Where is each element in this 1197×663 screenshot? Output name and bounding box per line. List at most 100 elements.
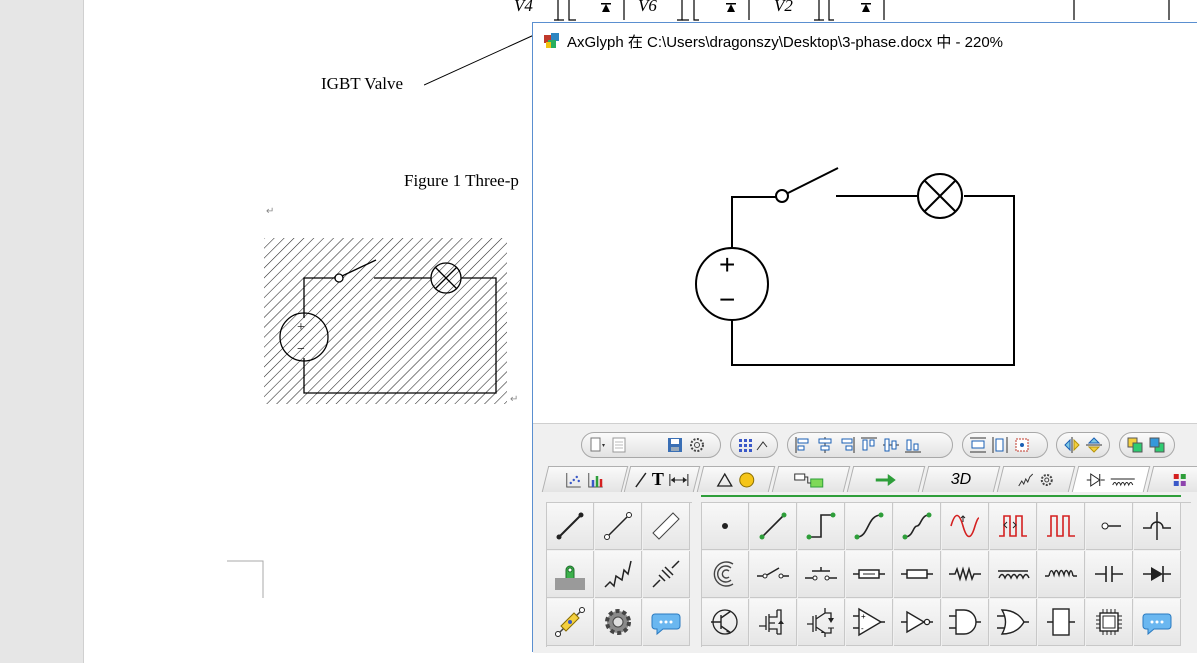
basic-palette xyxy=(546,502,692,647)
tab-shapes[interactable] xyxy=(696,466,776,492)
tool-step-wire[interactable] xyxy=(798,503,845,550)
tool-terminal[interactable] xyxy=(1086,503,1133,550)
tab-more[interactable] xyxy=(1146,466,1197,492)
save-button[interactable] xyxy=(666,436,684,454)
tab-charts[interactable] xyxy=(541,466,629,492)
pulse-wave-icon xyxy=(999,515,1027,537)
align-middle-button[interactable] xyxy=(882,436,900,454)
align-right-button[interactable] xyxy=(838,436,856,454)
bring-front-button[interactable] xyxy=(1126,436,1144,454)
s-curve-icon xyxy=(902,512,932,540)
tool-node[interactable] xyxy=(702,503,749,550)
tool-mosfet[interactable] xyxy=(750,599,797,646)
app-logo-icon xyxy=(544,33,559,48)
new-page-button[interactable] xyxy=(610,436,628,454)
tool-diode[interactable] xyxy=(1134,551,1181,598)
terminal-icon xyxy=(1101,522,1121,530)
tool-s-curve[interactable] xyxy=(894,503,941,550)
tool-resistor[interactable] xyxy=(894,551,941,598)
tool-resistor-box[interactable] xyxy=(846,551,893,598)
step-wire-icon xyxy=(806,512,836,540)
tab-arrows[interactable] xyxy=(846,466,926,492)
grid-button[interactable] xyxy=(737,436,771,454)
tool-comment[interactable] xyxy=(643,599,690,646)
page-menu-button[interactable] xyxy=(588,436,606,454)
flip-h-button[interactable] xyxy=(1063,436,1081,454)
tab-lines-text[interactable]: T xyxy=(623,466,701,492)
window-titlebar[interactable]: AxGlyph 在 C:\Users\dragonszy\Desktop\3-p… xyxy=(533,23,1197,59)
distribute-v-button[interactable] xyxy=(991,436,1009,454)
svg-text:+: + xyxy=(297,320,305,335)
curve-wire-icon xyxy=(854,512,884,540)
tool-op-amp[interactable]: + - xyxy=(846,599,893,646)
blank-slot xyxy=(632,436,662,454)
capacitor-icon xyxy=(1095,566,1123,582)
tool-inductor[interactable] xyxy=(1038,551,1085,598)
tool-rod-joint[interactable] xyxy=(547,599,594,646)
tool-push-button[interactable] xyxy=(798,551,845,598)
gear-wheel-icon xyxy=(605,609,631,635)
tool-and-gate[interactable] xyxy=(942,599,989,646)
tool-transistor[interactable] xyxy=(702,599,749,646)
tool-switch[interactable] xyxy=(750,551,797,598)
tool-sine-wave[interactable] xyxy=(942,503,989,550)
flip-toolgroup xyxy=(1056,432,1110,458)
align-bottom-button[interactable] xyxy=(904,436,922,454)
inductor-coil-icon xyxy=(1045,569,1077,578)
align-middle-icon xyxy=(883,438,899,452)
figure-caption: Figure 1 Three-p xyxy=(404,171,519,190)
source-minus: − xyxy=(719,284,735,315)
tool-antenna[interactable] xyxy=(702,551,749,598)
tool-chip[interactable] xyxy=(1086,599,1133,646)
tool-inductor-core[interactable] xyxy=(990,551,1037,598)
axglyph-window[interactable]: AxGlyph 在 C:\Users\dragonszy\Desktop\3-p… xyxy=(532,22,1197,653)
inductor-core-icon xyxy=(998,570,1030,580)
tool-crossover[interactable] xyxy=(1134,503,1181,550)
circuit-drawing[interactable]: + − xyxy=(533,59,1197,423)
tool-segment[interactable] xyxy=(547,503,594,550)
tab-flowchart[interactable] xyxy=(771,466,851,492)
flip-v-button[interactable] xyxy=(1085,436,1103,454)
flip-horizontal-icon xyxy=(1064,437,1080,453)
align-top-button[interactable] xyxy=(860,436,878,454)
tool-pulse-wave[interactable] xyxy=(990,503,1037,550)
order-toolgroup xyxy=(1119,432,1175,458)
distribute-toolgroup xyxy=(962,432,1048,458)
drawing-canvas[interactable]: + − xyxy=(533,59,1197,423)
align-left-button[interactable] xyxy=(794,436,812,454)
tool-igbt[interactable] xyxy=(798,599,845,646)
comment-icon xyxy=(651,613,681,636)
align-bottom-icon xyxy=(905,439,921,453)
tool-square-wave[interactable] xyxy=(1038,503,1085,550)
distribute-h-button[interactable] xyxy=(969,436,987,454)
tool-damper[interactable] xyxy=(643,551,690,598)
tool-zigzag-resistor[interactable] xyxy=(942,551,989,598)
tool-comment-electric[interactable] xyxy=(1134,599,1181,646)
tool-block[interactable] xyxy=(1038,599,1085,646)
tab-electric[interactable] xyxy=(1071,466,1151,492)
tab-mechanics[interactable] xyxy=(996,466,1076,492)
tab-3d[interactable]: 3D xyxy=(921,466,1001,492)
op-amp-icon: +- xyxy=(853,607,885,637)
tool-bar[interactable] xyxy=(643,503,690,550)
tool-open-segment[interactable] xyxy=(595,503,642,550)
tool-wire[interactable] xyxy=(750,503,797,550)
line-icon xyxy=(635,472,647,487)
send-back-button[interactable] xyxy=(1148,436,1166,454)
tool-curve-wire[interactable] xyxy=(846,503,893,550)
mosfet-icon xyxy=(759,609,784,635)
tool-not-gate[interactable] xyxy=(894,599,941,646)
settings-button[interactable] xyxy=(688,436,706,454)
save-icon xyxy=(668,438,682,452)
center-page-button[interactable] xyxy=(1013,436,1031,454)
tool-or-gate[interactable] xyxy=(990,599,1037,646)
tool-capacitor[interactable] xyxy=(1086,551,1133,598)
grid-snap-icon xyxy=(739,439,768,452)
embedded-circuit-figure[interactable]: + − xyxy=(264,238,509,404)
tool-spring[interactable] xyxy=(595,551,642,598)
tool-pulley[interactable] xyxy=(547,551,594,598)
block-icon xyxy=(1047,608,1075,636)
tool-panel: T 3D + - xyxy=(533,423,1197,653)
align-center-button[interactable] xyxy=(816,436,834,454)
tool-gear[interactable] xyxy=(595,599,642,646)
